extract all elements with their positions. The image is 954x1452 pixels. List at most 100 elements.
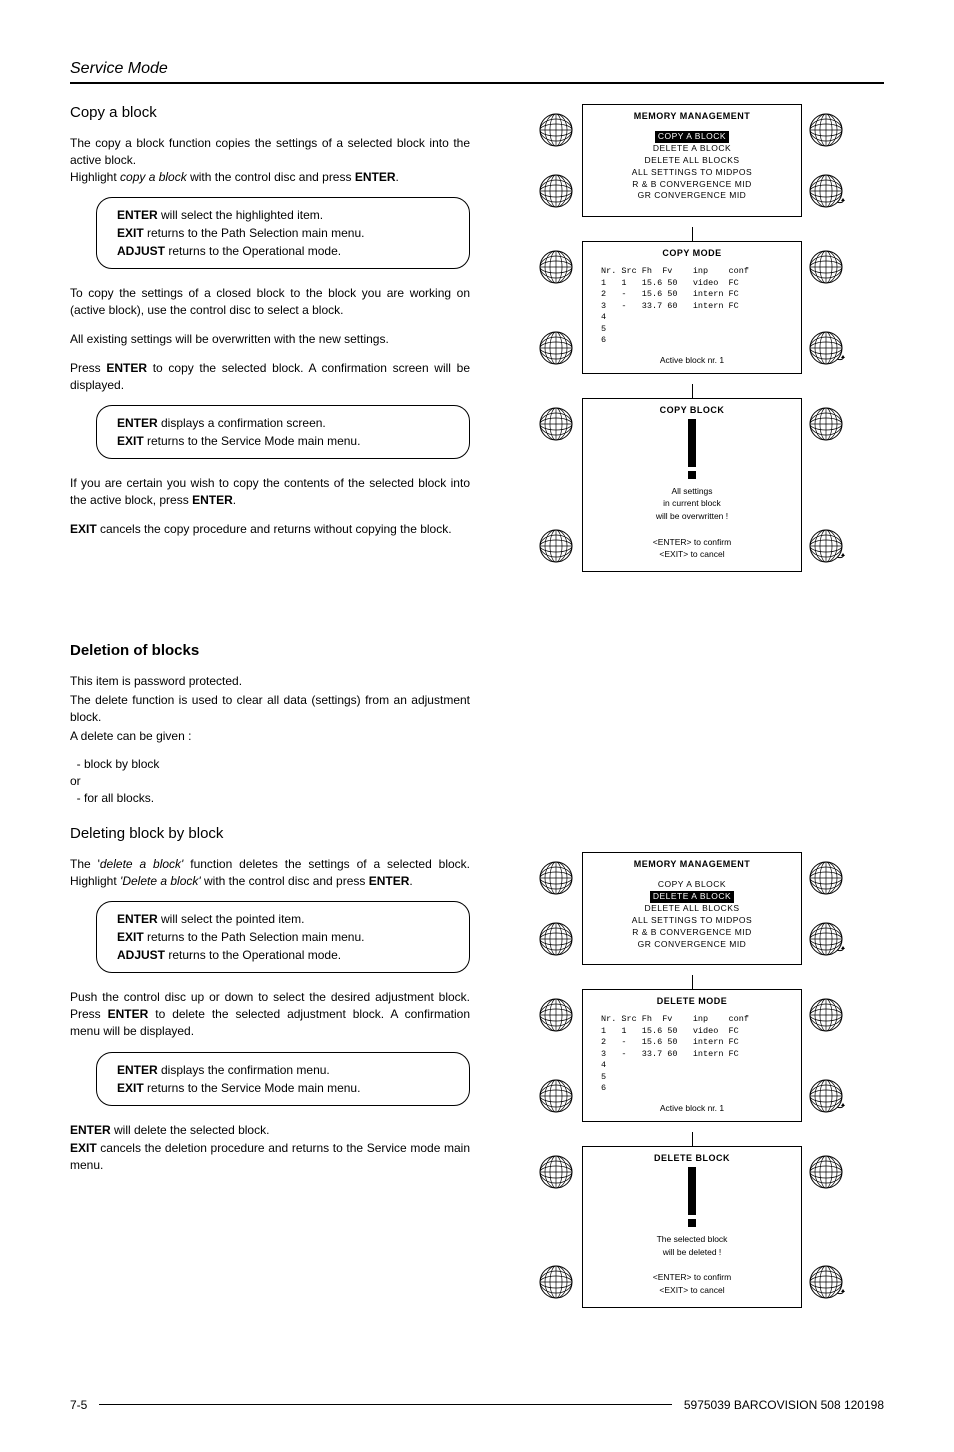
text: ENTER — [70, 1123, 111, 1137]
text: Push the control disc up or down to sele… — [70, 989, 470, 1039]
text: with the control disc and press — [201, 874, 369, 888]
globes-left — [539, 113, 575, 208]
menu-item: GR CONVERGENCE MID — [638, 939, 747, 949]
globe-icon — [809, 407, 843, 441]
globes-left — [539, 407, 575, 564]
menu-items: COPY A BLOCK DELETE A BLOCK DELETE ALL B… — [583, 125, 801, 216]
page-footer: 7-5 5975039 BARCOVISION 508 120198 — [70, 1398, 884, 1412]
copy-mode-table: COPY MODE Nr. Src Fh Fv inp conf 1 1 15.… — [582, 241, 802, 373]
text: will delete the selected block. — [111, 1123, 270, 1137]
text: delete a block' — [100, 857, 183, 871]
text: . — [409, 874, 412, 888]
text: will select the highlighted item. — [158, 208, 323, 222]
text: with the control disc and press — [187, 170, 355, 184]
globe-icon — [539, 1155, 573, 1189]
text: EXIT — [117, 226, 144, 240]
copy-callout-2: ENTER displays a confirmation screen. EX… — [96, 405, 470, 459]
menu-item: GR CONVERGENCE MID — [638, 190, 747, 200]
block-table: Nr. Src Fh Fv inp conf 1 1 15.6 50 video… — [583, 262, 801, 348]
globe-icon — [809, 861, 843, 895]
page-header: Service Mode — [70, 60, 884, 84]
text: in current block — [663, 498, 721, 508]
text: ENTER — [117, 912, 158, 926]
globe-arrow-icon — [809, 529, 843, 563]
text: EXIT — [117, 434, 144, 448]
text: EXIT — [70, 1141, 97, 1155]
copy-heading: Copy a block — [70, 104, 470, 121]
text: displays a confirmation screen. — [158, 416, 326, 430]
globe-icon — [539, 1265, 573, 1299]
text: will select the pointed item. — [158, 912, 305, 926]
text: To copy the settings of a closed block t… — [70, 285, 470, 319]
text: EXIT cancels the copy procedure and retu… — [70, 521, 470, 538]
globe-icon — [539, 1079, 573, 1113]
text: A delete can be given : — [70, 728, 470, 745]
text: ENTER — [355, 170, 396, 184]
doc-id: 5975039 BARCOVISION 508 120198 — [684, 1398, 884, 1412]
globes-left — [539, 1155, 575, 1299]
globe-icon — [539, 113, 573, 147]
globe-arrow-icon — [809, 174, 843, 208]
del-callout-2: ENTER displays the confirmation menu. EX… — [96, 1052, 470, 1106]
copy-intro: The copy a block function copies the set… — [70, 135, 470, 185]
menu-title: MEMORY MANAGEMENT — [583, 105, 801, 125]
menu-items: COPY A BLOCK DELETE A BLOCK DELETE ALL B… — [583, 873, 801, 964]
text: returns to the Operational mode. — [165, 948, 341, 962]
text: ENTER — [108, 1007, 149, 1021]
menu-item: DELETE A BLOCK — [653, 143, 731, 153]
text: ENTER — [117, 416, 158, 430]
text: The 'delete a block' function deletes th… — [70, 856, 470, 890]
globes-left — [539, 861, 575, 956]
page-number: 7-5 — [70, 1398, 87, 1412]
globes-left — [539, 250, 575, 364]
text: <ENTER> to confirm — [653, 1272, 731, 1282]
menu-item: R & B CONVERGENCE MID — [632, 179, 752, 189]
table-head: Nr. Src Fh Fv inp conf — [601, 266, 749, 276]
text: will be deleted ! — [663, 1247, 722, 1257]
text: EXIT — [117, 930, 144, 944]
text: - for all blocks. — [70, 790, 470, 807]
menu-item: DELETE ALL BLOCKS — [644, 903, 739, 913]
text: EXIT — [70, 522, 97, 536]
table-row: 6 — [601, 1083, 606, 1093]
text: EXIT cancels the deletion procedure and … — [70, 1140, 470, 1174]
globe-icon — [539, 407, 573, 441]
table-row: 5 — [601, 324, 606, 334]
table-row: 4 — [601, 1060, 606, 1070]
globes-left — [539, 998, 575, 1112]
globes-right — [809, 1155, 845, 1299]
menu-item: R & B CONVERGENCE MID — [632, 927, 752, 937]
active-block-line: Active block nr. 1 — [583, 349, 801, 373]
menu-item: COPY A BLOCK — [658, 879, 726, 889]
text: If you are certain you wish to copy the … — [70, 476, 470, 507]
text: cancels the copy procedure and returns w… — [97, 522, 452, 536]
table-row: 3 - 33.7 60 intern FC — [601, 301, 739, 311]
menu-item: DELETE ALL BLOCKS — [644, 155, 739, 165]
text: returns to the Operational mode. — [165, 244, 341, 258]
text: . — [233, 493, 236, 507]
menu-item-highlighted: COPY A BLOCK — [655, 131, 729, 143]
globe-arrow-icon — [809, 922, 843, 956]
text: ENTER — [117, 208, 158, 222]
text: - block by block — [70, 756, 470, 773]
text: ADJUST — [117, 948, 165, 962]
table-row: 2 - 15.6 50 intern FC — [601, 1037, 739, 1047]
table-row: 1 1 15.6 50 video FC — [601, 1026, 739, 1036]
text: returns to the Path Selection main menu. — [144, 930, 365, 944]
globe-icon — [809, 998, 843, 1032]
copy-diagram-cluster: MEMORY MANAGEMENT COPY A BLOCK DELETE A … — [500, 104, 884, 582]
globes-right — [809, 861, 845, 956]
menu-title: DELETE MODE — [583, 990, 801, 1010]
text: The copy a block function copies the set… — [70, 136, 470, 167]
text: All existing settings will be overwritte… — [70, 331, 470, 348]
copy-callout-1: ENTER will select the highlighted item. … — [96, 197, 470, 269]
text: <ENTER> to confirm — [653, 537, 731, 547]
text: Highlight — [70, 170, 120, 184]
globe-icon — [539, 250, 573, 284]
globe-icon — [809, 250, 843, 284]
connector-line — [692, 384, 693, 398]
text: function deletes the settings of a selec… — [183, 857, 470, 871]
text: returns to the Service Mode main menu. — [144, 434, 361, 448]
connector-line — [692, 975, 693, 989]
connector-line — [692, 227, 693, 241]
